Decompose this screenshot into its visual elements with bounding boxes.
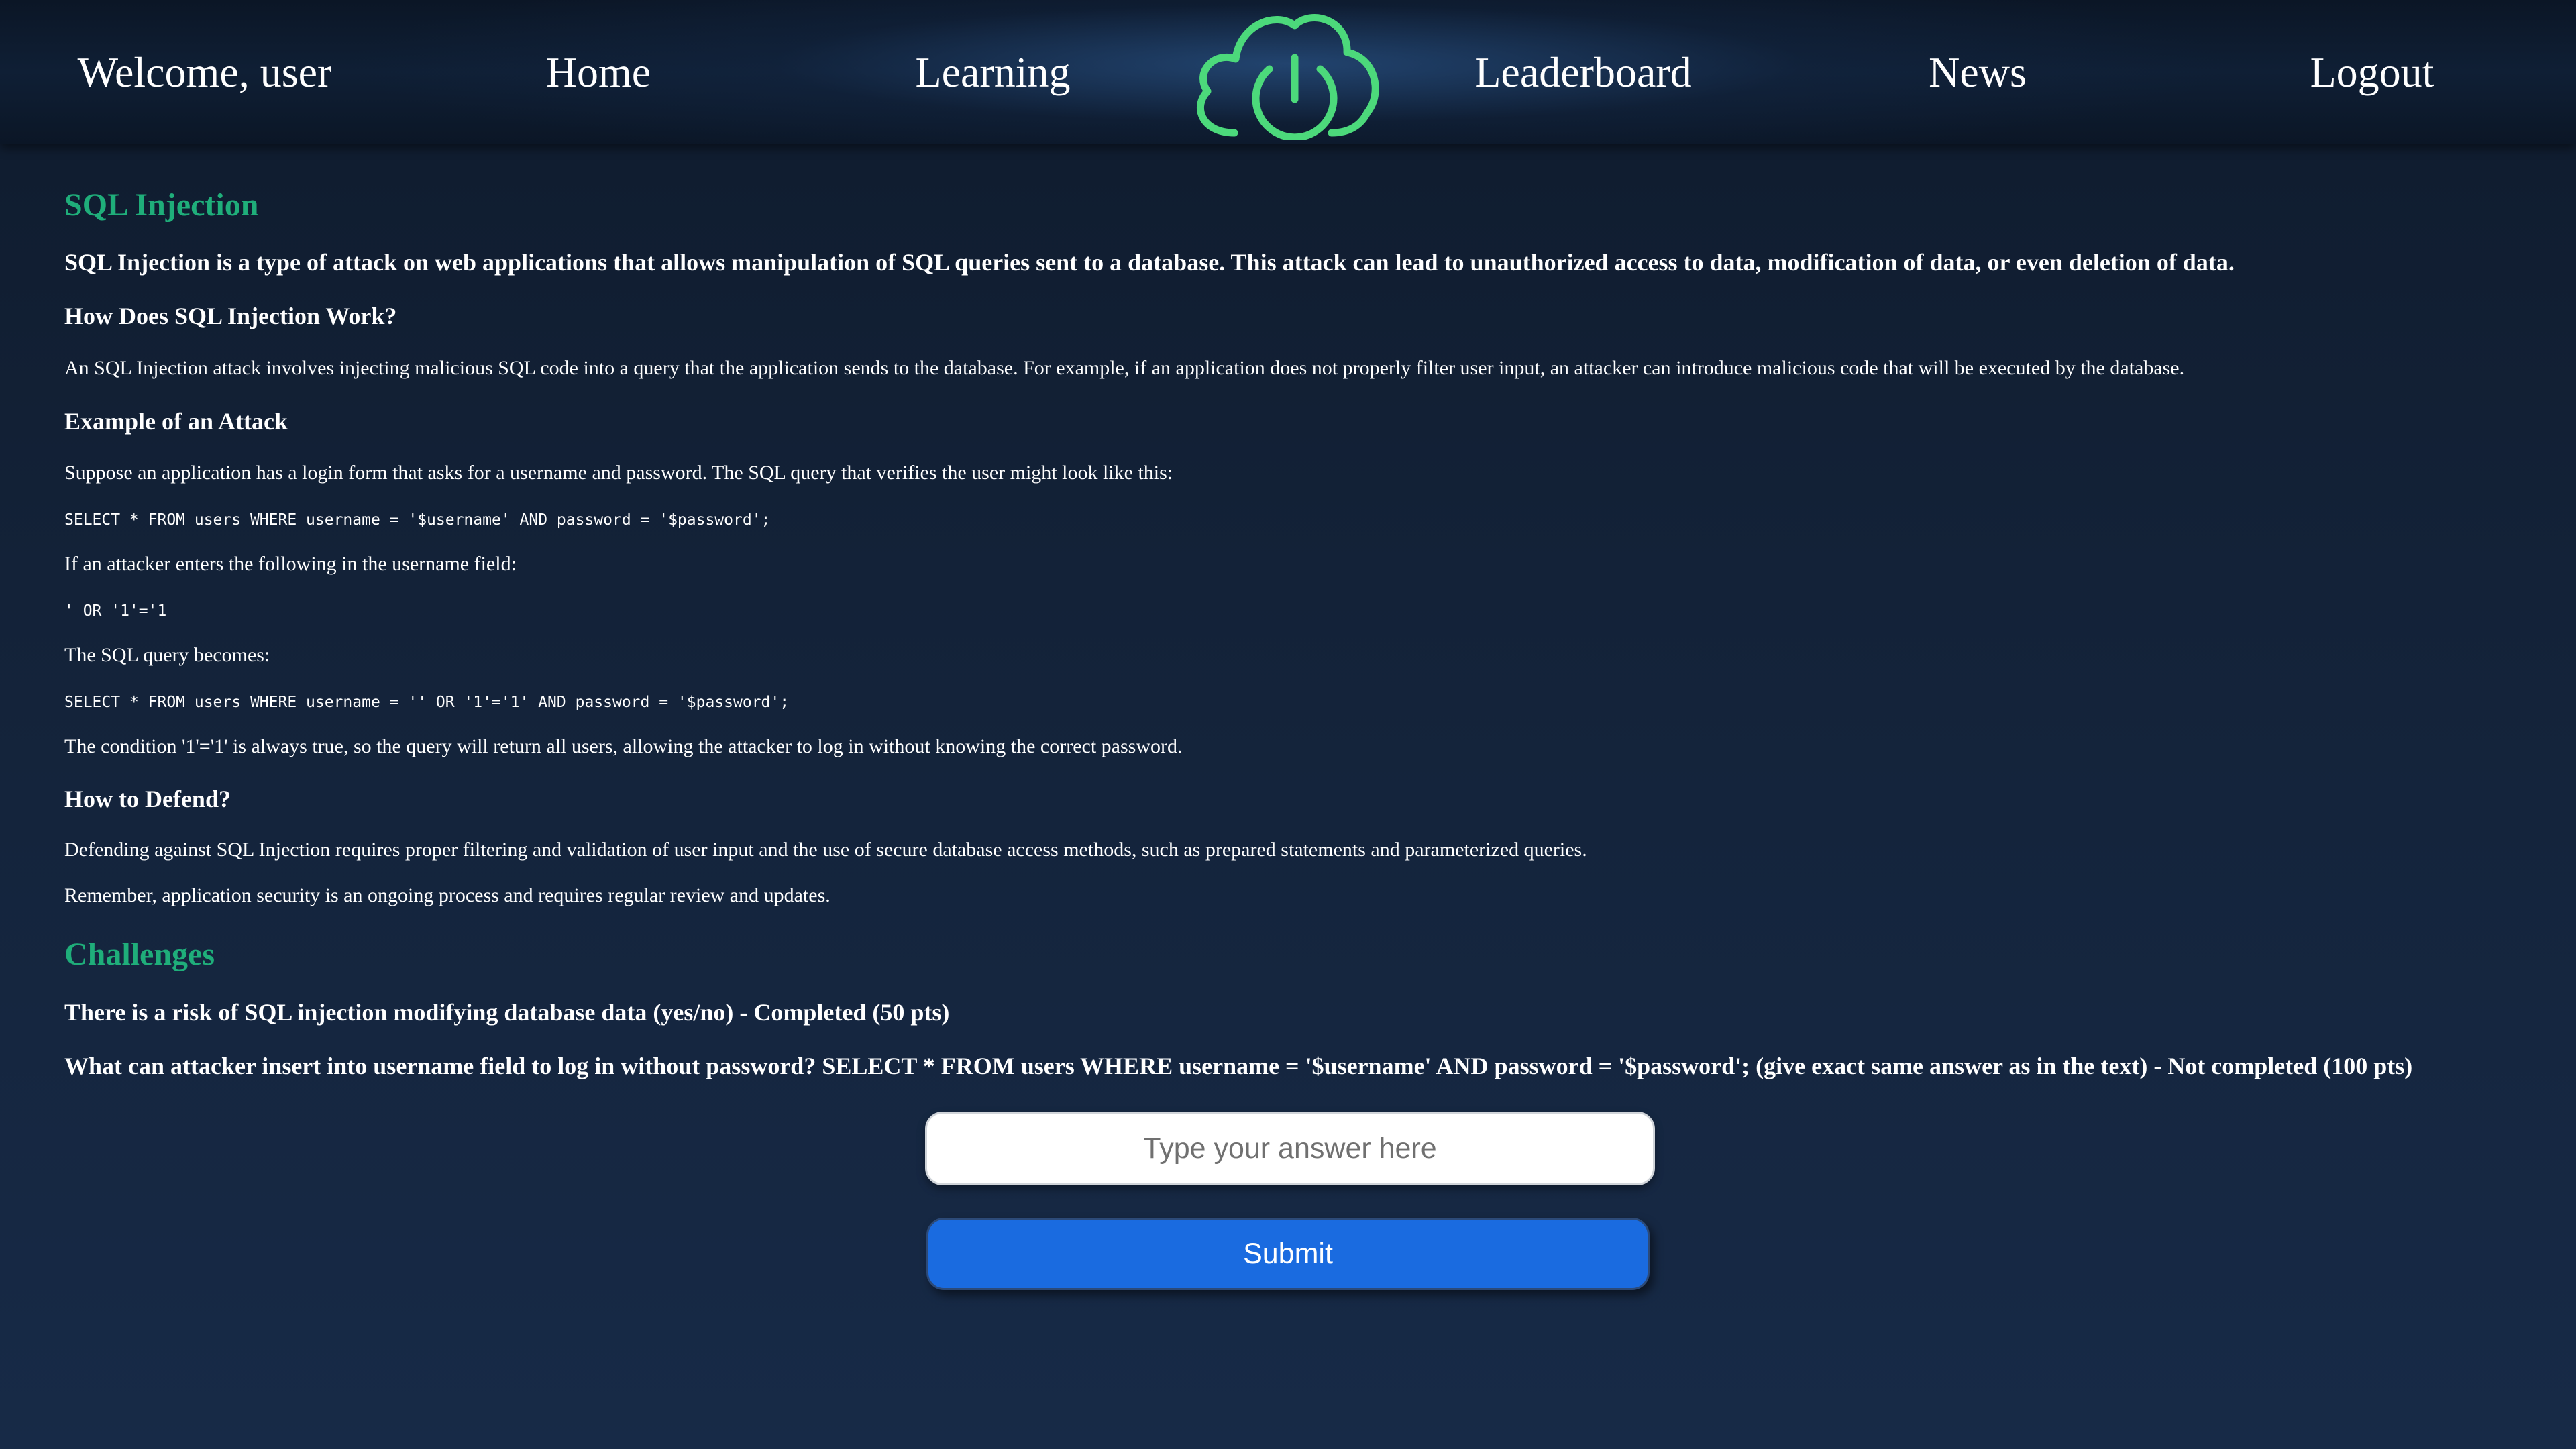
- example-text: Suppose an application has a login form …: [64, 462, 1173, 484]
- attacker-text: If an attacker enters the following in t…: [64, 553, 517, 575]
- article-intro: SQL Injection is a type of attack on web…: [64, 249, 2235, 276]
- challenge-item: What can attacker insert into username f…: [64, 1053, 2413, 1079]
- how-it-works-text: An SQL Injection attack involves injecti…: [64, 357, 2185, 379]
- defend-heading: How to Defend?: [64, 786, 231, 812]
- remember-text: Remember, application security is an ong…: [64, 884, 830, 906]
- how-it-works-heading: How Does SQL Injection Work?: [64, 303, 397, 329]
- condition-text: The condition '1'='1' is always true, so…: [64, 735, 1183, 757]
- nav-link-home[interactable]: Home: [411, 0, 786, 144]
- defend-text: Defending against SQL Injection requires…: [64, 839, 1587, 861]
- becomes-text: The SQL query becomes:: [64, 644, 270, 666]
- top-navigation-bar: Welcome, user Home Learning Leaderboard …: [0, 0, 2576, 144]
- nav-link-news[interactable]: News: [1790, 0, 2165, 144]
- example-heading: Example of an Attack: [64, 408, 288, 435]
- nav-link-logout[interactable]: Logout: [2184, 0, 2560, 144]
- article-title: SQL Injection: [64, 187, 259, 223]
- challenge-item: There is a risk of SQL injection modifyi…: [64, 999, 950, 1026]
- cloud-power-icon[interactable]: [1187, 5, 1389, 142]
- answer-input[interactable]: [925, 1112, 1655, 1185]
- challenges-title: Challenges: [64, 936, 215, 972]
- code-result: SELECT * FROM users WHERE username = '' …: [64, 694, 790, 711]
- submit-button[interactable]: Submit: [926, 1218, 1650, 1290]
- code-payload: ' OR '1'='1: [64, 602, 167, 620]
- code-query: SELECT * FROM users WHERE username = '$u…: [64, 511, 771, 529]
- welcome-message: Welcome, user: [77, 48, 332, 96]
- nav-link-learning[interactable]: Learning: [805, 0, 1181, 144]
- nav-link-leaderboard[interactable]: Leaderboard: [1395, 0, 1771, 144]
